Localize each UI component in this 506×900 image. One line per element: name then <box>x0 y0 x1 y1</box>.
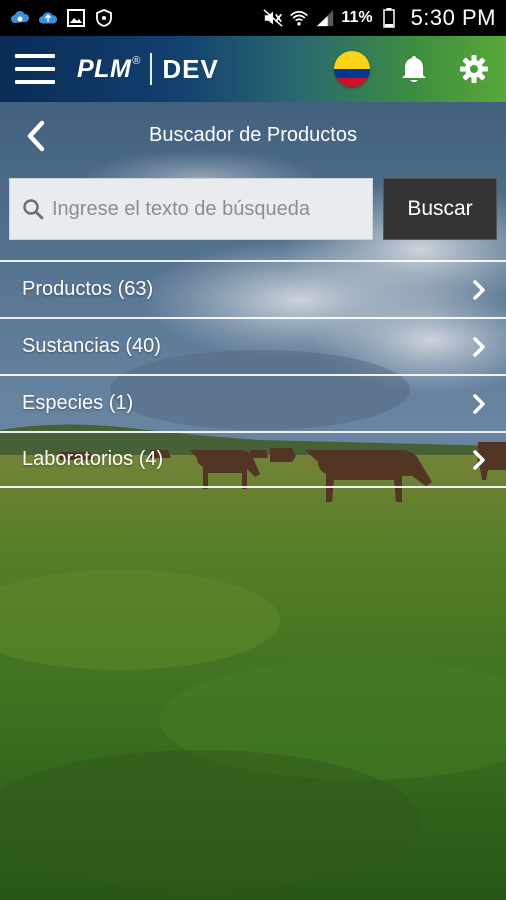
registered-mark: ® <box>132 55 141 67</box>
gear-icon[interactable] <box>458 53 490 85</box>
wifi-icon <box>289 8 309 28</box>
search-bar: Buscar <box>9 178 497 240</box>
chevron-right-icon <box>470 279 488 301</box>
result-label: Especies (1) <box>22 392 134 414</box>
mute-icon <box>263 8 283 28</box>
chevron-right-icon <box>470 449 488 471</box>
cloud-upload-icon <box>38 8 58 28</box>
clock: 5:30 PM <box>410 5 496 30</box>
result-item-especies[interactable]: Especies (1) <box>0 374 506 431</box>
battery-icon <box>379 8 399 28</box>
menu-icon[interactable] <box>15 54 55 84</box>
environment-label: DEV <box>162 53 219 84</box>
result-item-sustancias[interactable]: Sustancias (40) <box>0 317 506 374</box>
image-icon <box>66 8 86 28</box>
search-input[interactable] <box>46 178 372 240</box>
search-icon <box>20 196 46 222</box>
status-bar: 11% 5:30 PM <box>0 0 506 36</box>
result-item-productos[interactable]: Productos (63) <box>0 260 506 317</box>
brand-name: PLM <box>77 54 132 83</box>
back-arrow-icon[interactable] <box>16 116 56 156</box>
result-label: Productos (63) <box>22 278 154 300</box>
search-button[interactable]: Buscar <box>383 178 497 240</box>
results-list: Productos (63) Sustancias (40) Especies … <box>0 260 506 488</box>
result-label: Laboratorios (4) <box>22 448 164 470</box>
cloud-sync-icon <box>10 8 30 28</box>
signal-icon <box>315 8 335 28</box>
battery-percent: 11% <box>341 9 373 26</box>
title-bar: Buscador de Productos <box>0 102 506 170</box>
search-box <box>9 178 373 240</box>
brand-divider <box>150 53 153 85</box>
result-label: Sustancias (40) <box>22 335 161 357</box>
chevron-right-icon <box>470 393 488 415</box>
chevron-right-icon <box>470 336 488 358</box>
bell-icon[interactable] <box>398 53 430 85</box>
result-item-laboratorios[interactable]: Laboratorios (4) <box>0 431 506 488</box>
brand-logo: PLM ® DEV <box>77 53 219 85</box>
page-title: Buscador de Productos <box>149 124 357 146</box>
app-bar: PLM ® DEV <box>0 36 506 102</box>
colombia-flag-icon[interactable] <box>334 51 370 87</box>
shield-icon <box>94 8 114 28</box>
